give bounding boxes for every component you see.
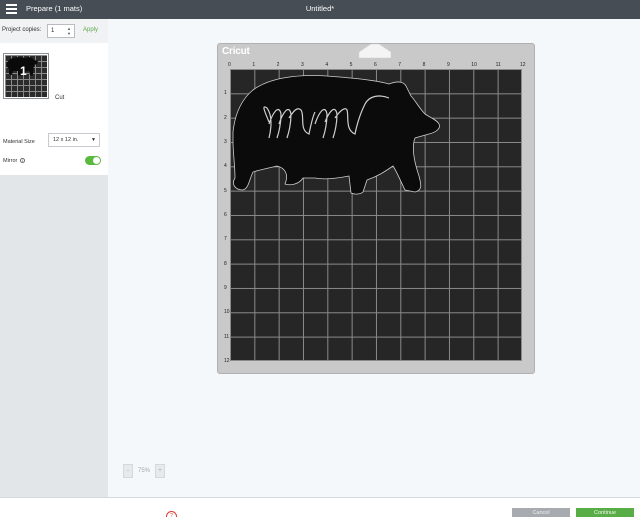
ruler-top-tick: 11 — [495, 62, 501, 68]
ruler-left-tick: 12 — [224, 357, 230, 364]
zoom-in-button[interactable]: + — [155, 464, 165, 478]
ruler-left-tick: 3 — [224, 138, 227, 145]
mat-thumbnail-preview: 1 — [5, 55, 47, 97]
ruler-left-tick: 9 — [224, 284, 227, 291]
project-copies-label: Project copies: — [2, 27, 42, 33]
ruler-left-tick: 1 — [224, 90, 227, 97]
ruler-left-tick: 6 — [224, 211, 227, 218]
cancel-button[interactable]: Cancel — [512, 508, 570, 517]
help-circle-icon[interactable]: ? — [166, 511, 177, 517]
ruler-top-tick: 12 — [519, 62, 526, 68]
cricut-logo: Cricut — [222, 46, 250, 57]
mirror-toggle[interactable] — [85, 156, 101, 165]
ruler-top-tick: 10 — [471, 62, 477, 68]
mat-list-panel: 1 Cut Material Size 12 x 12 in. ▼ Mirror… — [0, 43, 108, 175]
bear-mama-design[interactable]: mama — [229, 68, 443, 197]
copies-stepper[interactable]: ▲ ▼ — [67, 26, 72, 36]
mat-thumbnail-number: 1 — [20, 64, 27, 78]
info-icon[interactable]: i — [19, 158, 25, 163]
ruler-left-tick: 4 — [224, 163, 227, 170]
ruler-left-tick: 5 — [224, 187, 227, 194]
continue-button[interactable]: Continue — [576, 508, 634, 517]
project-copies-input[interactable]: 1 ▲ ▼ — [47, 24, 75, 38]
mat-load-tab — [358, 43, 392, 59]
chevron-down-icon: ▼ — [91, 137, 96, 143]
material-size-label: Material Size — [3, 139, 35, 145]
mat-thumbnail[interactable]: 1 — [3, 53, 49, 99]
top-bar: Prepare (1 mats) Untitled* — [0, 0, 640, 19]
ruler-top-tick: 9 — [446, 62, 450, 68]
material-size-value: 12 x 12 in. — [53, 137, 79, 143]
document-title: Untitled* — [305, 4, 335, 13]
project-copies-row: Project copies: 1 ▲ ▼ Apply — [0, 19, 108, 43]
ruler-left-tick: 8 — [224, 260, 227, 267]
zoom-control: -75% + — [123, 464, 165, 478]
mirror-label-text: Mirror — [3, 158, 18, 164]
toggle-knob — [93, 157, 100, 164]
ruler-left-tick: 2 — [224, 114, 227, 121]
zoom-level: 75% — [137, 468, 150, 474]
apply-button[interactable]: Apply — [83, 27, 98, 33]
mirror-label: Mirror i — [3, 158, 25, 164]
ruler-left-tick: 7 — [224, 236, 227, 243]
mat-thumbnail-label: Cut — [55, 95, 65, 101]
zoom-out-button[interactable]: - — [123, 464, 133, 478]
project-copies-value: 1 — [51, 28, 55, 34]
ruler-left-tick: 11 — [224, 333, 230, 340]
sidebar: Project copies: 1 ▲ ▼ Apply 1 Cut Materia… — [0, 19, 108, 497]
material-size-select[interactable]: 12 x 12 in. ▼ — [48, 133, 100, 147]
ruler-left-tick: 10 — [224, 309, 230, 316]
